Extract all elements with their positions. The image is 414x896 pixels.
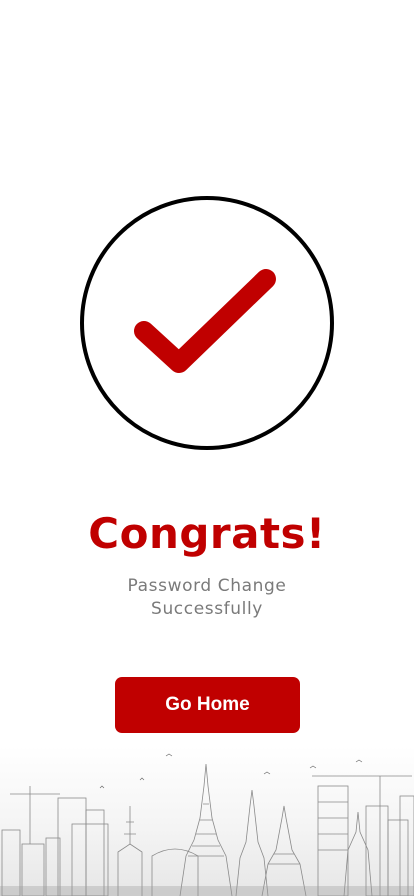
success-message-line-2: Successfully (151, 599, 263, 619)
success-message-line-1: Password Change (127, 576, 287, 596)
congrats-title: Congrats! (88, 509, 326, 558)
password-changed-screen: Congrats! Password Change Successfully G… (0, 0, 414, 896)
city-skyline-illustration (0, 746, 414, 896)
success-message: Password Change Successfully (0, 575, 414, 621)
go-home-button[interactable]: Go Home (115, 677, 300, 733)
check-circle-icon (80, 196, 334, 450)
